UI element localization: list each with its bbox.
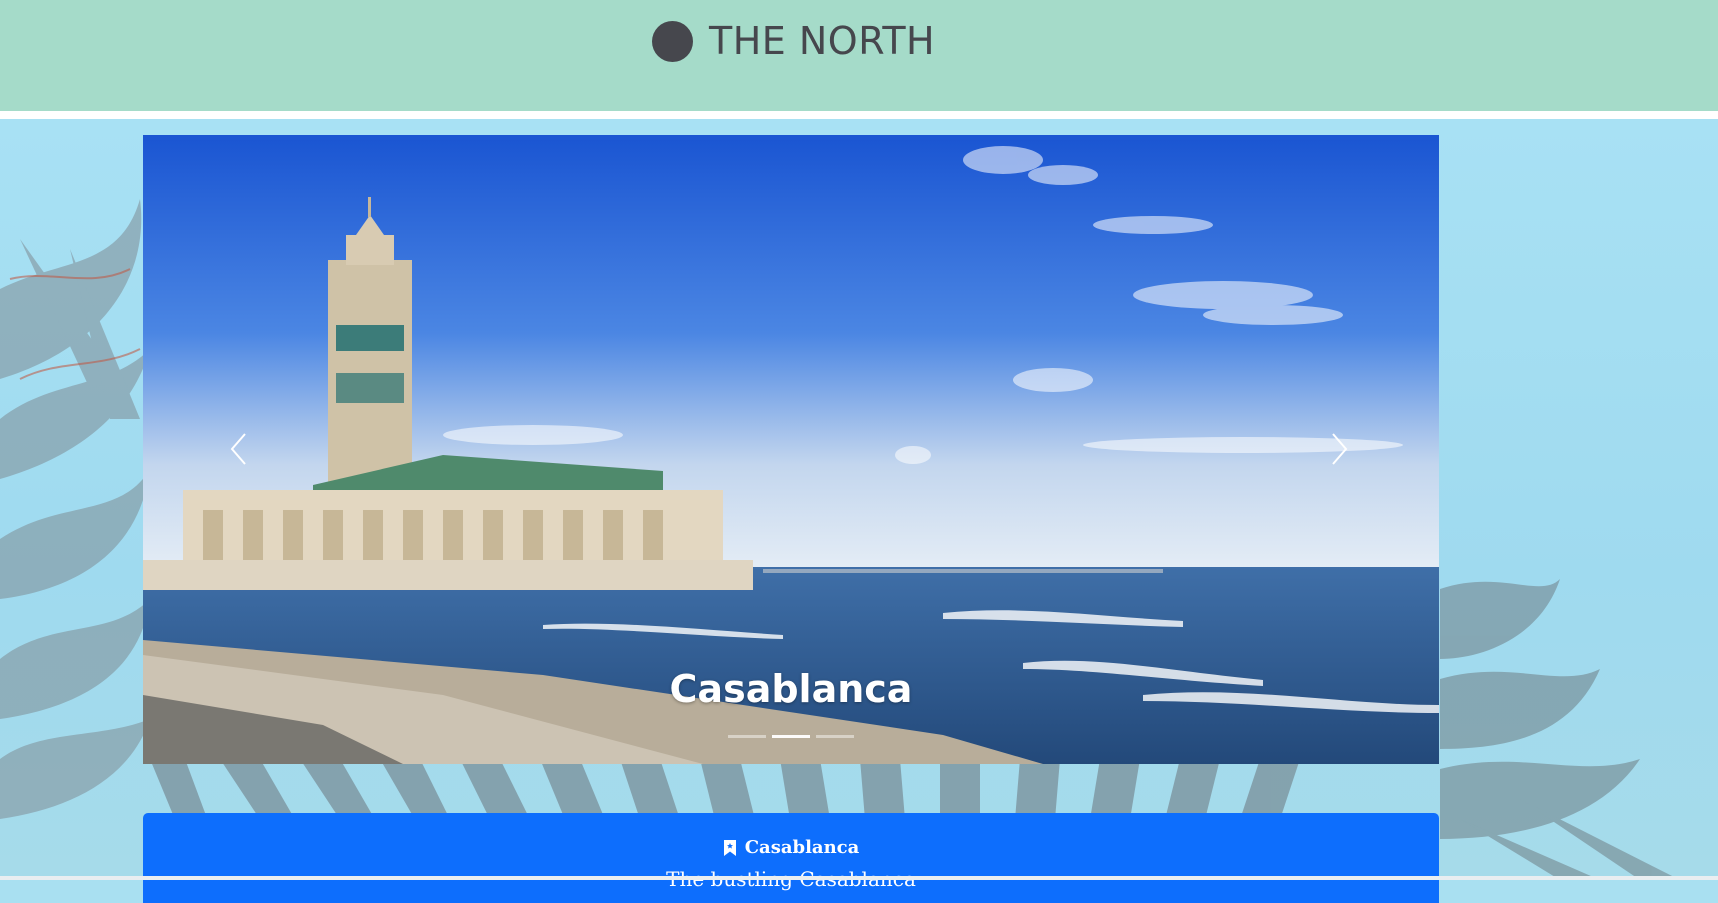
circle-logo-icon: [652, 20, 693, 62]
site-header: THE NORTH: [0, 0, 1718, 111]
card-title-row: Casablanca: [143, 837, 1439, 858]
brand-title: THE NORTH: [709, 19, 936, 63]
card-title: Casablanca: [744, 837, 860, 858]
carousel-next-button[interactable]: [1309, 409, 1369, 489]
carousel-indicator-1[interactable]: [728, 735, 766, 738]
bookmark-icon: [723, 839, 736, 856]
bottom-edge: [0, 876, 1718, 880]
chevron-left-icon: [230, 433, 246, 465]
destination-card: Casablanca The bustling Casablanca: [143, 813, 1439, 903]
carousel-caption: Casablanca: [669, 667, 913, 711]
carousel-prev-button[interactable]: [209, 409, 269, 489]
image-carousel[interactable]: Casablanca: [143, 135, 1439, 764]
header-divider: [0, 111, 1718, 119]
carousel-indicators: [143, 735, 1439, 738]
brand[interactable]: THE NORTH: [652, 18, 935, 64]
carousel-indicator-3[interactable]: [816, 735, 854, 738]
chevron-right-icon: [1332, 433, 1348, 465]
carousel-indicator-2[interactable]: [772, 735, 810, 738]
